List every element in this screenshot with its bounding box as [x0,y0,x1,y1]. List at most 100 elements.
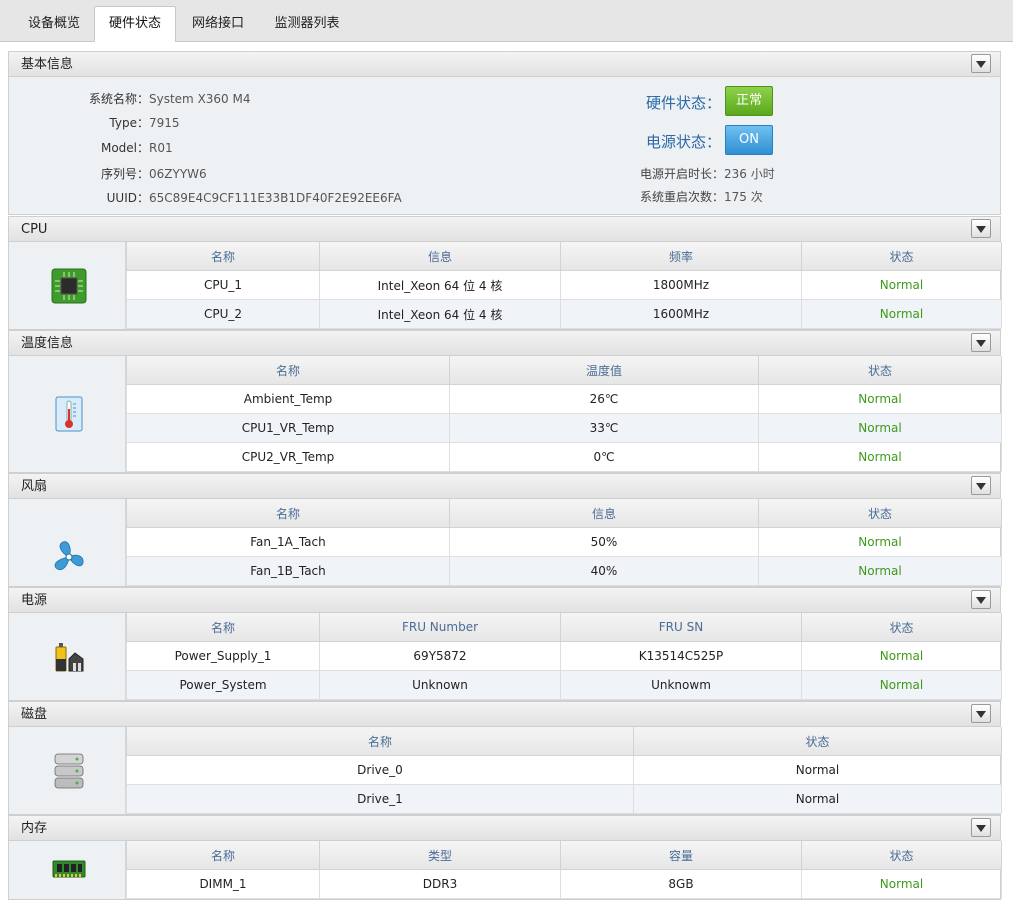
cpu-table: 名称 信息 频率 状态 CPU_1 Intel_Xeon 64 位 4 核 18… [126,242,1002,329]
table-row: Drive_0 Normal [126,755,1002,785]
info-row-system-name: 系统名称：System X360 M4 [69,90,251,107]
collapse-toggle-basic-info[interactable] [971,54,991,73]
fan-icon [51,539,87,575]
table-row: Power_Supply_1 69Y5872 K13514C525P Norma… [126,641,1002,671]
column-header: 状态 [801,613,1002,642]
reboot-count: 系统重启次数：175 次 [640,188,763,205]
status-cell: Normal [633,784,1002,814]
table-cell: 1600MHz [560,299,802,329]
table-row: CPU_1 Intel_Xeon 64 位 4 核 1800MHz Normal [126,270,1002,300]
table-cell: Unknown [319,670,561,700]
column-header: 容量 [560,841,802,870]
section-header-power: 电源 [8,587,1001,613]
section-header-disk: 磁盘 [8,701,1001,727]
collapse-toggle-temperature[interactable] [971,333,991,352]
info-label: Model： [100,141,149,155]
column-header: 状态 [758,499,1002,528]
section-title: 内存 [21,821,48,836]
section-title: CPU [21,222,48,237]
column-header: 温度值 [449,356,759,385]
table-cell: 33℃ [449,413,759,443]
section-header-memory: 内存 [8,815,1001,841]
fan-table: 名称 信息 状态 Fan_1A_Tach 50% Normal Fan_1B_T… [126,499,1002,586]
table-cell: Intel_Xeon 64 位 4 核 [319,299,561,329]
column-header: 状态 [633,727,1002,756]
status-cell: Normal [801,869,1002,899]
section-header-basic-info: 基本信息 [8,51,1001,77]
table-cell: Drive_1 [126,784,634,814]
tab-device-overview[interactable]: 设备概览 [14,7,94,41]
table-row: Ambient_Temp 26℃ Normal [126,384,1002,414]
table-cell: Intel_Xeon 64 位 4 核 [319,270,561,300]
section-header-temperature: 温度信息 [8,330,1001,356]
column-header: 名称 [126,499,450,528]
status-cell: Normal [758,556,1002,586]
table-cell: Power_System [126,670,320,700]
info-value: 65C89E4C9CF111E33B1DF40F2E92EE6FA [149,191,402,205]
collapse-toggle-fan[interactable] [971,476,991,495]
info-value: 06ZYYW6 [149,167,207,181]
memory-table: 名称 类型 容量 状态 DIMM_1 DDR3 8GB Normal [126,841,1002,899]
table-cell: CPU2_VR_Temp [126,442,450,472]
column-header: 名称 [126,727,634,756]
table-cell: 0℃ [449,442,759,472]
uptime-label: 电源开启时长： [640,167,725,181]
table-cell: CPU1_VR_Temp [126,413,450,443]
status-cell: Normal [758,384,1002,414]
memory-panel: 名称 类型 容量 状态 DIMM_1 DDR3 8GB Normal [8,841,1002,900]
power-table: 名称 FRU Number FRU SN 状态 Power_Supply_1 6… [126,613,1002,700]
table-row: CPU2_VR_Temp 0℃ Normal [126,442,1002,472]
cpu-icon-cell [9,242,126,329]
table-row: CPU_2 Intel_Xeon 64 位 4 核 1600MHz Normal [126,299,1002,329]
temperature-icon-cell [9,356,126,472]
column-header: FRU Number [319,613,561,642]
tab-hardware-status[interactable]: 硬件状态 [94,6,176,42]
status-cell: Normal [801,270,1002,300]
info-label: UUID： [106,191,149,205]
disk-icon-cell [9,727,126,814]
power-icon-cell [9,613,126,700]
table-row: Power_System Unknown Unknowm Normal [126,670,1002,700]
table-cell: CPU_2 [126,299,320,329]
table-cell: Drive_0 [126,755,634,785]
column-header: 状态 [758,356,1002,385]
collapse-toggle-memory[interactable] [971,818,991,837]
disk-table: 名称 状态 Drive_0 Normal Drive_1 Normal [126,727,1002,814]
tab-monitor-list[interactable]: 监测器列表 [262,7,352,41]
table-cell: K13514C525P [560,641,802,671]
status-cell: Normal [758,442,1002,472]
table-cell: 50% [449,527,759,557]
hardware-status-label: 硬件状态： [646,94,722,112]
table-cell: Fan_1A_Tach [126,527,450,557]
table-row: CPU1_VR_Temp 33℃ Normal [126,413,1002,443]
info-value: System X360 M4 [149,92,251,106]
table-header-row: 名称 状态 [126,727,1002,756]
collapse-toggle-disk[interactable] [971,704,991,723]
table-header-row: 名称 信息 频率 状态 [126,242,1002,271]
memory-module-icon [51,855,87,891]
table-cell: 1800MHz [560,270,802,300]
info-row-serial: 序列号：06ZYYW6 [69,165,207,182]
status-cell: Normal [801,299,1002,329]
column-header: 状态 [801,841,1002,870]
collapse-toggle-power[interactable] [971,590,991,609]
table-cell: 69Y5872 [319,641,561,671]
table-row: Drive_1 Normal [126,784,1002,814]
column-header: 名称 [126,356,450,385]
section-title: 风扇 [21,479,48,494]
hardware-status-badge: 正常 [725,86,773,116]
info-row-model: Model：R01 [69,139,173,156]
info-row-type: Type：7915 [69,114,179,131]
power-uptime: 电源开启时长：236 小时 [640,165,775,182]
disk-panel: 名称 状态 Drive_0 Normal Drive_1 Normal [8,727,1002,815]
basic-info-panel: 系统名称：System X360 M4 Type：7915 Model：R01 … [8,77,1001,215]
table-cell: 40% [449,556,759,586]
table-header-row: 名称 类型 容量 状态 [126,841,1002,870]
table-row: Fan_1B_Tach 40% Normal [126,556,1002,586]
tab-network-interfaces[interactable]: 网络接口 [178,7,258,41]
collapse-toggle-cpu[interactable] [971,219,991,238]
table-cell: CPU_1 [126,270,320,300]
table-header-row: 名称 FRU Number FRU SN 状态 [126,613,1002,642]
column-header: 信息 [319,242,561,271]
section-title: 温度信息 [21,336,74,351]
